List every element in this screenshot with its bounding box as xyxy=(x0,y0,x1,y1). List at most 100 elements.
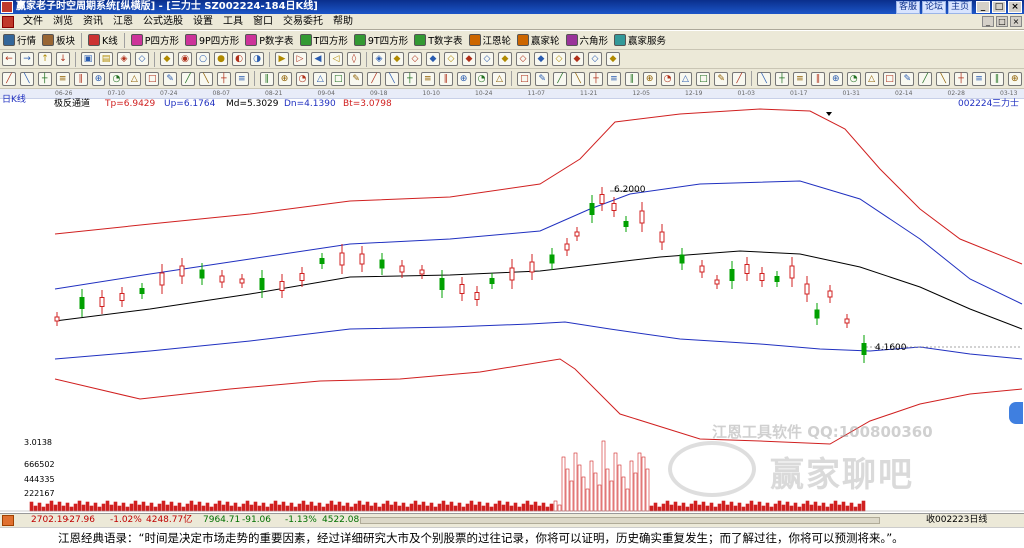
nav-tool-icon[interactable]: ← xyxy=(2,52,16,66)
drawing-tool-icon[interactable]: ≡ xyxy=(420,71,435,86)
toolbar-button-9p-square[interactable]: 9P四方形 xyxy=(182,32,242,49)
menu-info[interactable]: 资讯 xyxy=(78,15,108,29)
drawing-tool-icon[interactable]: ╲ xyxy=(385,71,399,86)
toolbar-button-hexagon[interactable]: 六角形 xyxy=(563,32,612,49)
drawing-tool-icon[interactable]: ╲ xyxy=(571,71,585,86)
toolbar-button-sector[interactable]: 板块 xyxy=(39,32,78,49)
nav-tool-icon[interactable]: → xyxy=(20,52,34,66)
nav-tool-icon[interactable]: ▷ xyxy=(293,52,307,66)
drawing-tool-icon[interactable]: ┼ xyxy=(402,71,417,86)
drawing-tool-icon[interactable]: ┼ xyxy=(589,71,603,86)
drawing-tool-icon[interactable]: ⊕ xyxy=(642,71,657,86)
drawing-tool-icon[interactable]: ◔ xyxy=(295,71,310,86)
drawing-tool-icon[interactable]: ✎ xyxy=(349,71,364,86)
period-label[interactable]: 日K线 xyxy=(2,95,26,106)
drawing-tool-icon[interactable]: ⊕ xyxy=(1007,71,1022,86)
nav-tool-icon[interactable]: ◆ xyxy=(160,52,174,66)
status-scrollbar[interactable] xyxy=(360,517,880,524)
mdi-restore-button[interactable]: □ xyxy=(996,16,1008,27)
toolbar-button-p-square[interactable]: P四方形 xyxy=(128,32,182,49)
nav-tool-icon[interactable]: ↑ xyxy=(38,52,52,66)
drawing-tool-icon[interactable]: ≡ xyxy=(792,71,807,86)
drawing-tool-icon[interactable]: ≡ xyxy=(972,71,986,86)
nav-tool-icon[interactable]: ● xyxy=(214,52,228,66)
nav-tool-icon[interactable]: ○ xyxy=(196,52,210,66)
mdi-close-button[interactable]: × xyxy=(1010,16,1022,27)
toolbar-button-p-number-table[interactable]: P数字表 xyxy=(242,32,296,49)
toolbar-button-service[interactable]: 赢家服务 xyxy=(611,32,669,49)
mdi-minimize-button[interactable]: _ xyxy=(982,16,994,27)
drawing-tool-icon[interactable]: □ xyxy=(145,71,160,86)
nav-tool-icon[interactable]: ◆ xyxy=(534,52,548,66)
nav-tool-icon[interactable]: ◇ xyxy=(135,52,149,66)
toolbar-button-market[interactable]: 行情 xyxy=(0,32,39,49)
toolbar-button-winner-wheel[interactable]: 赢家轮 xyxy=(514,32,563,49)
nav-tool-icon[interactable]: ↓ xyxy=(56,52,70,66)
drawing-tool-icon[interactable]: □ xyxy=(517,71,532,86)
drawing-tool-icon[interactable]: ✎ xyxy=(900,71,915,86)
drawing-tool-icon[interactable]: ╱ xyxy=(732,71,747,86)
nav-tool-icon[interactable]: ◉ xyxy=(178,52,192,66)
nav-tool-icon[interactable]: ◇ xyxy=(552,52,566,66)
close-button[interactable]: × xyxy=(1008,1,1022,13)
nav-tool-icon[interactable]: ◇ xyxy=(588,52,602,66)
drawing-tool-icon[interactable]: ╲ xyxy=(19,71,34,86)
menu-tools[interactable]: 工具 xyxy=(218,15,248,29)
nav-tool-icon[interactable]: ◇ xyxy=(516,52,530,66)
drawing-tool-icon[interactable]: △ xyxy=(313,71,328,86)
drawing-tool-icon[interactable]: ◔ xyxy=(846,71,861,86)
drawing-tool-icon[interactable]: ╱ xyxy=(918,71,933,86)
drawing-tool-icon[interactable]: ◔ xyxy=(474,71,489,86)
toolbar-button-t-number-table[interactable]: T数字表 xyxy=(411,32,465,49)
drawing-tool-icon[interactable]: ≡ xyxy=(55,71,70,86)
drawing-tool-icon[interactable]: ⊕ xyxy=(828,71,843,86)
nav-tool-icon[interactable]: ◁ xyxy=(329,52,343,66)
nav-tool-icon[interactable]: ▣ xyxy=(81,52,95,66)
drawing-tool-icon[interactable]: △ xyxy=(127,71,142,86)
menu-window[interactable]: 窗口 xyxy=(248,15,278,29)
nav-tool-icon[interactable]: ◆ xyxy=(570,52,584,66)
drawing-tool-icon[interactable]: ┼ xyxy=(954,71,969,86)
minimize-button[interactable]: _ xyxy=(976,1,990,13)
app-menu-icon[interactable] xyxy=(2,15,14,28)
drawing-tool-icon[interactable]: ⊕ xyxy=(277,71,292,86)
menu-file[interactable]: 文件 xyxy=(18,15,48,29)
drawing-tool-icon[interactable]: ╱ xyxy=(2,71,16,86)
link-support[interactable]: 客服 xyxy=(895,1,920,14)
maximize-button[interactable]: □ xyxy=(992,1,1006,13)
drawing-tool-icon[interactable]: □ xyxy=(331,71,346,86)
toolbar-button-9t-square[interactable]: 9T四方形 xyxy=(351,32,411,49)
drawing-tool-icon[interactable]: ✎ xyxy=(714,71,729,86)
nav-tool-icon[interactable]: ◐ xyxy=(232,52,246,66)
drawing-tool-icon[interactable]: △ xyxy=(492,71,507,86)
nav-tool-icon[interactable]: ◆ xyxy=(390,52,404,66)
link-home[interactable]: 主页 xyxy=(947,1,972,14)
drawing-tool-icon[interactable]: ∥ xyxy=(624,71,639,86)
drawing-tool-icon[interactable]: ≡ xyxy=(606,71,621,86)
drawing-tool-icon[interactable]: ≡ xyxy=(234,71,249,86)
drawing-tool-icon[interactable]: ✎ xyxy=(163,71,178,86)
toolbar-button-kline[interactable]: K线 xyxy=(85,32,121,49)
toolbar-button-t-square[interactable]: T四方形 xyxy=(297,32,351,49)
nav-tool-icon[interactable]: ◇ xyxy=(408,52,422,66)
drawing-tool-icon[interactable]: ∥ xyxy=(810,71,825,86)
drawing-tool-icon[interactable]: ╲ xyxy=(936,71,951,86)
drawing-tool-icon[interactable]: ╱ xyxy=(181,71,195,86)
drawing-tool-icon[interactable]: ⊕ xyxy=(456,71,471,86)
drawing-tool-icon[interactable]: ∥ xyxy=(438,71,453,86)
menu-browse[interactable]: 浏览 xyxy=(48,15,78,29)
nav-tool-icon[interactable]: ◀ xyxy=(311,52,325,66)
menu-formula[interactable]: 公式选股 xyxy=(138,15,188,29)
drawing-tool-icon[interactable]: ╱ xyxy=(553,71,568,86)
nav-tool-icon[interactable]: ▶ xyxy=(275,52,289,66)
drawing-tool-icon[interactable]: ┼ xyxy=(216,71,231,86)
nav-tool-icon[interactable]: ◆ xyxy=(606,52,620,66)
drawing-tool-icon[interactable]: ┼ xyxy=(775,71,789,86)
drawing-tool-icon[interactable]: □ xyxy=(882,71,897,86)
drawing-tool-icon[interactable]: ◔ xyxy=(660,71,675,86)
drawing-tool-icon[interactable]: ⊕ xyxy=(91,71,106,86)
nav-tool-icon[interactable]: ◇ xyxy=(444,52,458,66)
nav-tool-icon[interactable]: ◈ xyxy=(117,52,131,66)
drawing-tool-icon[interactable]: ┼ xyxy=(37,71,52,86)
drawing-tool-icon[interactable]: ✎ xyxy=(535,71,550,86)
